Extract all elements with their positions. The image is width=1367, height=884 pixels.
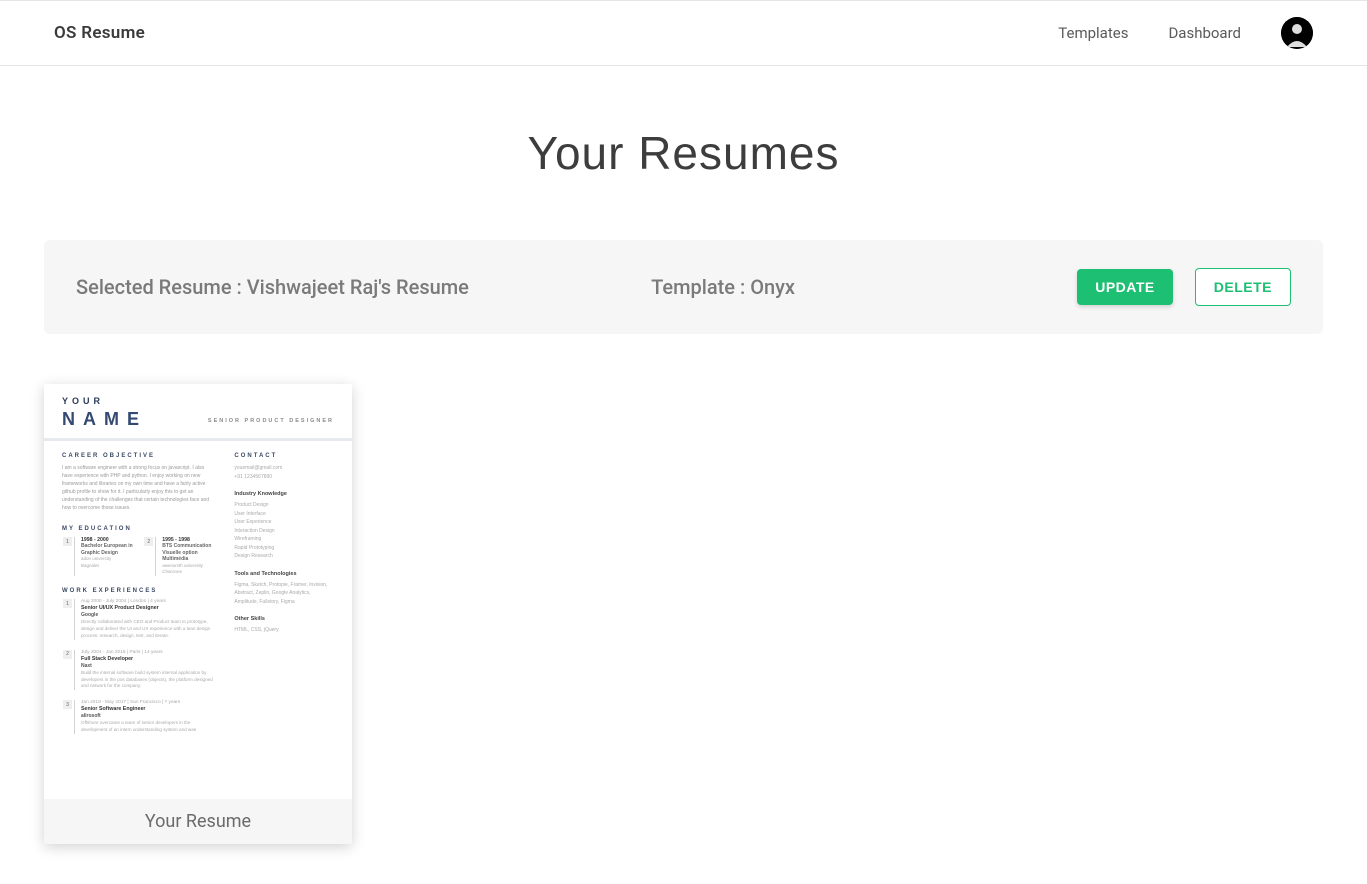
nav-templates[interactable]: Templates (1058, 24, 1128, 42)
thumb-exp2-company: Naxt (81, 663, 216, 669)
delete-button[interactable]: DELETE (1195, 268, 1291, 306)
thumb-exp3-body: Offshore overcame a team of senior devel… (81, 720, 216, 734)
thumb-tt-body: Figma, Sketch, Protopie, Framer, Invisio… (234, 581, 334, 607)
thumb-exp1-title: Senior UI/UX Product Designer (81, 605, 216, 611)
info-bar: Selected Resume : Vishwajeet Raj's Resum… (44, 240, 1323, 334)
thumb-exp2-body: Build the internal software build system… (81, 670, 216, 691)
thumb-exp1-body: Directly collaborated with CEO and Produ… (81, 619, 216, 640)
resume-thumbnail: YOUR NAME SENIOR PRODUCT DESIGNER CAREER… (44, 384, 352, 799)
resume-grid: YOUR NAME SENIOR PRODUCT DESIGNER CAREER… (44, 384, 1323, 844)
thumb-exp2-date: July 2004 - Jan 2018 | Paris | 14 years (81, 650, 216, 655)
thumb-ed2-num: 2 (144, 537, 153, 546)
thumb-work-heading: WORK EXPERIENCES (62, 588, 216, 594)
thumb-os-heading: Other Skills (234, 616, 334, 622)
thumb-tt-heading: Tools and Technologies (234, 571, 334, 577)
thumb-exp3-num: 3 (63, 700, 72, 709)
thumb-divider (44, 438, 352, 441)
thumb-exp2-title: Full Stack Developer (81, 656, 216, 662)
thumb-education-heading: MY EDUCATION (62, 526, 216, 532)
thumb-exp1-num: 1 (63, 599, 72, 608)
template-label: Template : Onyx (489, 275, 1057, 299)
thumb-os-body: HTML, CSS, jQuery (234, 626, 334, 635)
nav-right: Templates Dashboard (1058, 17, 1313, 49)
thumb-ed2-loc: Charonne (162, 569, 216, 576)
thumb-contact-heading: CONTACT (234, 453, 334, 459)
thumb-exp3-company: alirosoft (81, 713, 216, 719)
thumb-exp1-company: Google (81, 612, 216, 618)
update-button[interactable]: UPDATE (1077, 269, 1173, 305)
thumb-ed1-num: 1 (63, 537, 72, 546)
resume-card-label: Your Resume (44, 799, 352, 844)
thumb-ed1-loc: Bagnalet (81, 563, 135, 570)
thumb-exp3-date: Jan 2018 - May 2017 | San Francisco | 7 … (81, 700, 216, 705)
avatar[interactable] (1281, 17, 1313, 49)
thumb-ik-heading: Industry Knowledge (234, 491, 334, 497)
brand-logo[interactable]: OS Resume (54, 23, 145, 43)
thumb-role: SENIOR PRODUCT DESIGNER (208, 418, 334, 424)
thumb-ik-body: Product Design User Interface User Exper… (234, 501, 334, 561)
avatar-icon (1281, 17, 1313, 49)
thumb-ed1-deg: Bachelor European in Graphic Design (81, 543, 135, 556)
thumb-exp1-date: Aug 2000 - July 2004 | London | 4 years (81, 599, 216, 604)
nav-dashboard[interactable]: Dashboard (1168, 24, 1241, 42)
thumb-contact-body: youemail@gmail.com +91 1234567890 (234, 464, 334, 481)
thumb-ed2-school: awesomth university (162, 563, 216, 570)
resume-card[interactable]: YOUR NAME SENIOR PRODUCT DESIGNER CAREER… (44, 384, 352, 844)
thumb-ed1-school: adon university (81, 556, 135, 563)
thumb-exp2-num: 2 (63, 650, 72, 659)
thumb-ed2-deg: BTS Communication Visuelle option Multim… (162, 543, 216, 563)
thumb-your: YOUR (62, 396, 334, 406)
thumb-objective-body: I am a software engineer with a strong f… (62, 464, 216, 512)
action-buttons: UPDATE DELETE (1077, 268, 1291, 306)
thumb-exp3-title: Senior Software Engineer (81, 706, 216, 712)
selected-resume-label: Selected Resume : Vishwajeet Raj's Resum… (76, 275, 469, 299)
thumb-objective-heading: CAREER OBJECTIVE (62, 453, 216, 459)
main-container: Your Resumes Selected Resume : Vishwajee… (0, 66, 1367, 884)
header: OS Resume Templates Dashboard (0, 0, 1367, 66)
page-title: Your Resumes (44, 126, 1323, 180)
